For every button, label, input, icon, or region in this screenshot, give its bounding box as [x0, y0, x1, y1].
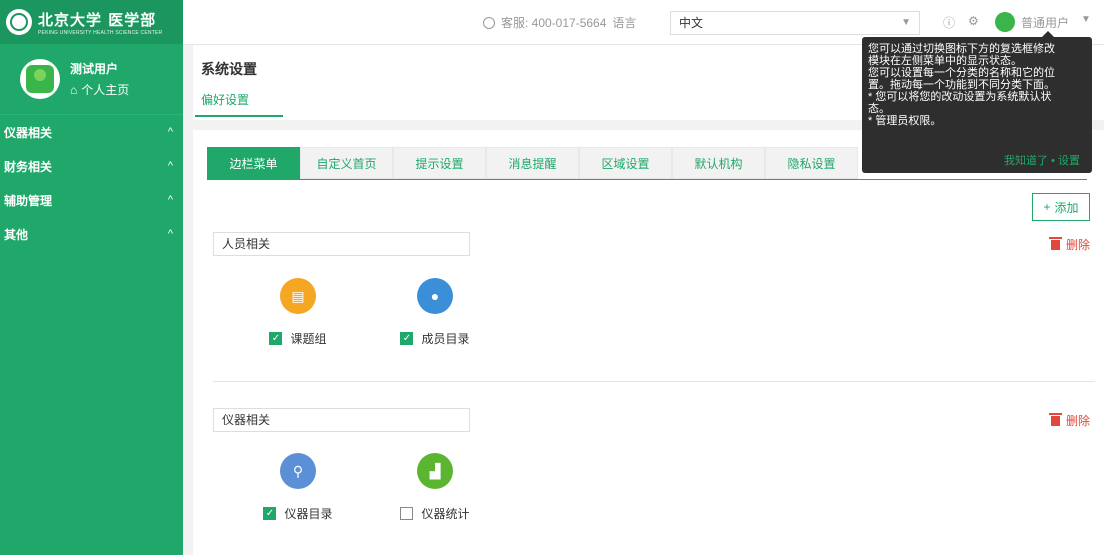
home-icon: ⌂ [70, 82, 78, 97]
tooltip-line: 您可以通过切换图标下方的复选框修改 [868, 43, 1055, 55]
chevron-up-icon: ^ [167, 228, 173, 240]
chevron-up-icon: ^ [167, 160, 173, 172]
delete-group-button[interactable]: 删除 [1049, 412, 1091, 429]
chart-icon[interactable]: ▟ [417, 453, 453, 489]
delete-label: 删除 [1066, 238, 1091, 252]
sidebar: 北京大学 医学部 PEKING UNIVERSITY HEALTH SCIENC… [0, 0, 183, 555]
tooltip-line: * 您可以将您的改动设置为系统默认状 [868, 91, 1052, 103]
tooltip-line: * 管理员权限。 [868, 115, 942, 127]
delete-label: 删除 [1066, 414, 1091, 428]
university-seal-icon [6, 9, 32, 35]
function-item[interactable]: ● ✓ 成员目录 [380, 278, 490, 347]
function-item[interactable]: ⚲ ✓ 仪器目录 [243, 453, 353, 522]
sidebar-item-other[interactable]: 其他 ^ [0, 217, 183, 251]
function-item[interactable]: ▤ ✓ 课题组 [243, 278, 353, 347]
user-avatar-icon[interactable] [995, 12, 1015, 32]
tab-default-org[interactable]: 默认机构 [672, 147, 765, 179]
info-icon[interactable]: ⓘ [943, 14, 955, 31]
plus-icon: + [1043, 200, 1051, 214]
language-select[interactable]: 中文 ▼ [670, 11, 920, 35]
tab-custom-home[interactable]: 自定义首页 [300, 147, 393, 179]
checkbox[interactable]: ✓ [400, 332, 414, 345]
tooltip-actions: 我知道了 • 设置 [1004, 155, 1080, 167]
function-item[interactable]: ▟ 仪器统计 [380, 453, 490, 522]
function-label: 仪器统计 [421, 507, 470, 521]
chevron-up-icon: ^ [167, 194, 173, 206]
chevron-up-icon: ^ [167, 126, 173, 138]
home-link[interactable]: ⌂ 个人主页 [70, 81, 129, 98]
function-label: 仪器目录 [284, 507, 333, 521]
tab-sidebar-menu[interactable]: 边栏菜单 [207, 147, 300, 179]
tooltip-ok-link[interactable]: 我知道了 [1004, 155, 1048, 167]
delete-group-button[interactable]: 删除 [1049, 236, 1091, 253]
people-icon[interactable]: ● [417, 278, 453, 314]
group-name-input[interactable]: 仪器相关 [213, 408, 470, 432]
function-label: 成员目录 [421, 332, 470, 346]
add-group-button[interactable]: + 添加 [1032, 193, 1090, 221]
checkbox[interactable] [400, 507, 414, 520]
book-icon[interactable]: ▤ [280, 278, 316, 314]
page-title: 系统设置 [201, 61, 257, 77]
tab-privacy-settings[interactable]: 隐私设置 [765, 147, 858, 179]
sidebar-item-label: 辅助管理 [4, 193, 53, 208]
tab-preferences[interactable]: 偏好设置 [201, 91, 249, 108]
sidebar-item-label: 其他 [4, 227, 29, 242]
user-block: 测试用户 ⌂ 个人主页 [0, 44, 183, 115]
tab-hint-settings[interactable]: 提示设置 [393, 147, 486, 179]
group-divider [213, 381, 1095, 382]
logo[interactable]: 北京大学 医学部 PEKING UNIVERSITY HEALTH SCIENC… [0, 0, 183, 44]
avatar[interactable] [20, 59, 60, 99]
microscope-icon[interactable]: ⚲ [280, 453, 316, 489]
sidebar-item-finance[interactable]: 财务相关 ^ [0, 149, 183, 183]
user-name: 测试用户 [70, 62, 119, 76]
service-phone: 客服: 400-017-5664 [501, 16, 607, 30]
language-value: 中文 [679, 16, 704, 30]
caret-down-icon[interactable]: ▼ [1081, 14, 1091, 25]
tooltip-line: 态。 [868, 103, 890, 115]
tooltip-line: 置。拖动每一个功能到不同分类下面。 [868, 79, 1055, 91]
tabs-underline [207, 179, 1087, 180]
help-tooltip: 您可以通过切换图标下方的复选框修改 模块在左侧菜单中的显示状态。 您可以设置每一… [862, 31, 1092, 173]
trash-icon [1049, 412, 1062, 426]
checkbox[interactable]: ✓ [269, 332, 283, 345]
sidebar-item-aux-management[interactable]: 辅助管理 ^ [0, 183, 183, 217]
tooltip-settings-link[interactable]: 设置 [1058, 155, 1080, 167]
tooltip-line: 模块在左侧菜单中的显示状态。 [868, 55, 1022, 67]
user-role[interactable]: 普通用户 [1021, 14, 1069, 31]
group-name-input[interactable]: 人员相关 [213, 232, 470, 256]
active-tab-underline [195, 115, 283, 117]
logo-title: 北京大学 医学部 [38, 10, 157, 29]
gear-icon[interactable]: ⚙ [968, 14, 979, 28]
caret-down-icon: ▼ [901, 17, 911, 28]
customer-service: 客服: 400-017-5664 语言 [483, 14, 636, 31]
trash-icon [1049, 236, 1062, 250]
home-link-label: 个人主页 [81, 83, 130, 97]
logo-subtitle: PEKING UNIVERSITY HEALTH SCIENCE CENTER [38, 29, 163, 36]
tooltip-line: 您可以设置每一个分类的名称和它的位 [868, 67, 1055, 79]
checkbox[interactable]: ✓ [263, 507, 277, 520]
headset-icon [483, 16, 495, 29]
settings-tabs: 边栏菜单 自定义首页 提示设置 消息提醒 区域设置 默认机构 隐私设置 [207, 147, 858, 179]
tab-region-settings[interactable]: 区域设置 [579, 147, 672, 179]
sidebar-item-label: 财务相关 [4, 159, 53, 174]
add-button-label: 添加 [1054, 200, 1079, 215]
sidebar-item-label: 仪器相关 [4, 125, 53, 140]
tooltip-separator: • [1051, 155, 1055, 167]
sidebar-item-instruments[interactable]: 仪器相关 ^ [0, 115, 183, 149]
tab-message-reminder[interactable]: 消息提醒 [486, 147, 579, 179]
language-label: 语言 [612, 16, 637, 30]
function-label: 课题组 [290, 332, 327, 346]
